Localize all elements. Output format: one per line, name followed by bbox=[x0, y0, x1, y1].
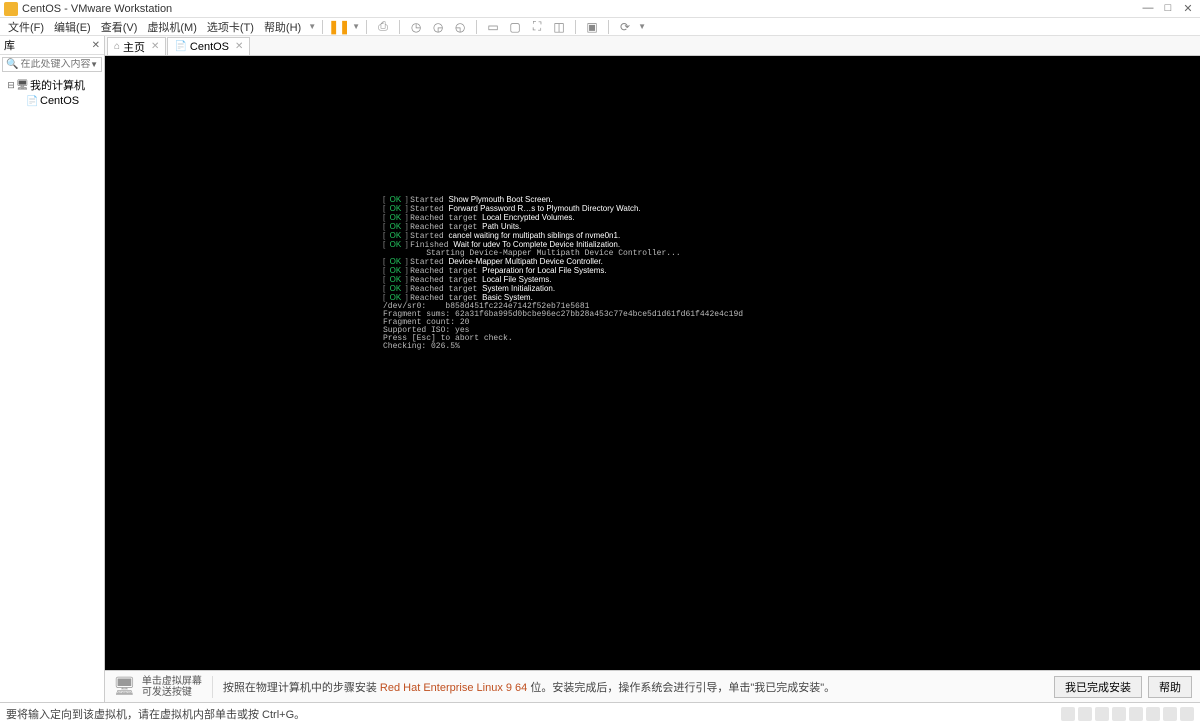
vm-screen[interactable]: [ OK ] Started Show Plymouth Boot Screen… bbox=[105, 56, 1200, 670]
fit-window-icon[interactable]: ▢ bbox=[507, 19, 523, 35]
vm-icon: 📄 bbox=[174, 41, 186, 52]
tray-icon[interactable] bbox=[1146, 707, 1160, 721]
close-button[interactable]: ✕ bbox=[1180, 2, 1196, 15]
fit-guest-icon[interactable]: ▭ bbox=[485, 19, 501, 35]
sidebar-close-icon[interactable]: ✕ bbox=[92, 40, 100, 51]
fullscreen-icon[interactable]: ⛶ bbox=[529, 19, 545, 35]
hint-icon: 🖥 bbox=[113, 676, 136, 697]
search-icon: 🔍 bbox=[6, 59, 18, 70]
window-title: CentOS - VMware Workstation bbox=[22, 3, 1140, 15]
menu-file[interactable]: 文件(F) bbox=[4, 19, 48, 35]
menu-view[interactable]: 查看(V) bbox=[97, 19, 142, 35]
search-dropdown-icon[interactable]: ▼ bbox=[90, 60, 98, 69]
separator bbox=[575, 20, 576, 34]
tab-centos[interactable]: 📄 CentOS ✕ bbox=[167, 37, 250, 55]
minimize-button[interactable]: — bbox=[1140, 2, 1156, 15]
msg-post: 位。安装完成后，操作系统会进行引导，单击"我已完成安装"。 bbox=[527, 682, 835, 694]
titlebar: CentOS - VMware Workstation — □ ✕ bbox=[0, 0, 1200, 18]
tab-close-icon[interactable]: ✕ bbox=[151, 41, 159, 52]
cycle-dropdown-icon[interactable]: ▼ bbox=[638, 22, 646, 31]
menu-tabs[interactable]: 选项卡(T) bbox=[203, 19, 258, 35]
search-input[interactable] bbox=[20, 59, 90, 70]
sidebar: 库 ✕ 🔍 ▼ ⊟ 🖥 我的计算机 📄 CentOS bbox=[0, 36, 105, 702]
vm-console-output: [ OK ] Started Show Plymouth Boot Screen… bbox=[383, 196, 743, 351]
expand-icon[interactable]: ⊟ bbox=[6, 80, 16, 91]
separator bbox=[399, 20, 400, 34]
computer-icon: 🖥 bbox=[16, 80, 28, 91]
separator bbox=[366, 20, 367, 34]
send-ctrl-alt-del-icon[interactable]: ⎙ bbox=[375, 19, 391, 35]
unity-icon[interactable]: ◫ bbox=[551, 19, 567, 35]
cycle-icon[interactable]: ⟳ bbox=[617, 19, 633, 35]
separator bbox=[322, 20, 323, 34]
tab-centos-label: CentOS bbox=[190, 41, 229, 53]
tab-home-label: 主页 bbox=[123, 39, 145, 55]
vm-icon: 📄 bbox=[26, 96, 38, 107]
snapshot-icon[interactable]: ◷ bbox=[408, 19, 424, 35]
tree-item-centos[interactable]: 📄 CentOS bbox=[2, 94, 102, 108]
click-hint: 单击虚拟屏幕 可发送按键 bbox=[142, 676, 213, 698]
sidebar-title: 库 bbox=[4, 37, 92, 53]
install-done-button[interactable]: 我已完成安装 bbox=[1054, 676, 1142, 698]
console-view-icon[interactable]: ▣ bbox=[584, 19, 600, 35]
msg-pre: 按照在物理计算机中的步骤安装 bbox=[223, 682, 380, 694]
pause-icon[interactable]: ❚❚ bbox=[331, 19, 347, 35]
sidebar-search[interactable]: 🔍 ▼ bbox=[2, 57, 102, 72]
hint-line2: 可发送按键 bbox=[142, 687, 202, 698]
tray-icon[interactable] bbox=[1078, 707, 1092, 721]
maximize-button[interactable]: □ bbox=[1160, 2, 1176, 15]
tab-home[interactable]: ⌂ 主页 ✕ bbox=[107, 37, 166, 55]
library-tree: ⊟ 🖥 我的计算机 📄 CentOS bbox=[0, 74, 104, 702]
separator bbox=[608, 20, 609, 34]
revert-icon[interactable]: ◶ bbox=[430, 19, 446, 35]
statusbar: 要将输入定向到该虚拟机，请在虚拟机内部单击或按 Ctrl+G。 bbox=[0, 702, 1200, 725]
menu-dropdown-icon[interactable]: ▼ bbox=[308, 22, 316, 31]
tray-icon[interactable] bbox=[1163, 707, 1177, 721]
hint-line1: 单击虚拟屏幕 bbox=[142, 676, 202, 687]
power-dropdown-icon[interactable]: ▼ bbox=[352, 22, 360, 31]
os-name: Red Hat Enterprise Linux 9 64 bbox=[380, 682, 527, 694]
tray-icon[interactable] bbox=[1095, 707, 1109, 721]
tree-root-label: 我的计算机 bbox=[30, 77, 85, 93]
tab-close-icon[interactable]: ✕ bbox=[235, 41, 243, 52]
help-button[interactable]: 帮助 bbox=[1148, 676, 1192, 698]
tray-icon[interactable] bbox=[1061, 707, 1075, 721]
tab-bar: ⌂ 主页 ✕ 📄 CentOS ✕ bbox=[105, 36, 1200, 56]
status-text: 要将输入定向到该虚拟机，请在虚拟机内部单击或按 Ctrl+G。 bbox=[6, 706, 1061, 722]
tree-root[interactable]: ⊟ 🖥 我的计算机 bbox=[2, 76, 102, 94]
install-bar: 🖥 单击虚拟屏幕 可发送按键 按照在物理计算机中的步骤安装 Red Hat En… bbox=[105, 670, 1200, 702]
menu-help[interactable]: 帮助(H) bbox=[260, 19, 305, 35]
menu-vm[interactable]: 虚拟机(M) bbox=[143, 19, 201, 35]
menubar: 文件(F) 编辑(E) 查看(V) 虚拟机(M) 选项卡(T) 帮助(H) ▼ … bbox=[0, 18, 1200, 36]
device-tray bbox=[1061, 707, 1194, 721]
manage-icon[interactable]: ◵ bbox=[452, 19, 468, 35]
tray-icon[interactable] bbox=[1180, 707, 1194, 721]
app-icon bbox=[4, 2, 18, 16]
tree-item-label: CentOS bbox=[40, 95, 79, 107]
separator bbox=[476, 20, 477, 34]
home-icon: ⌂ bbox=[114, 41, 120, 52]
tray-icon[interactable] bbox=[1129, 707, 1143, 721]
tray-icon[interactable] bbox=[1112, 707, 1126, 721]
install-message: 按照在物理计算机中的步骤安装 Red Hat Enterprise Linux … bbox=[223, 679, 1048, 695]
menu-edit[interactable]: 编辑(E) bbox=[50, 19, 95, 35]
